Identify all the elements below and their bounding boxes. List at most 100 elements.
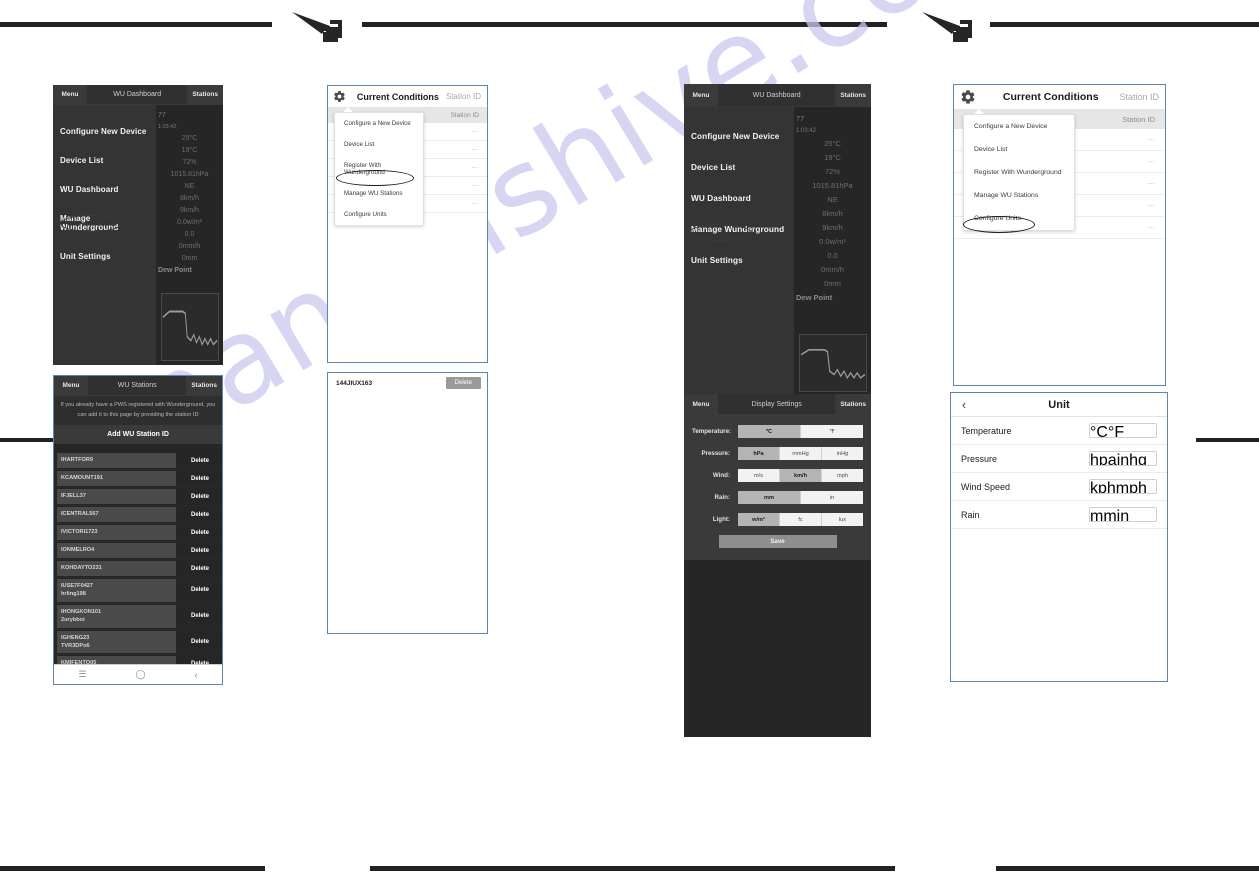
gear-icon[interactable]: [328, 90, 350, 103]
segment-option[interactable]: hPa: [738, 447, 780, 460]
delete-button[interactable]: Delete: [178, 630, 222, 655]
station-id-field[interactable]: KMIFENTO05: [57, 656, 176, 664]
menu-item-configure-new-device[interactable]: Configure a New Device: [335, 113, 423, 134]
delete-button[interactable]: Delete: [178, 470, 222, 487]
wind-speed-toggle[interactable]: kph mph: [1089, 479, 1157, 494]
segment-option[interactable]: fc: [780, 513, 822, 526]
sidebar-item-manage-wunderground[interactable]: Manage Wunderground: [684, 214, 794, 245]
station-id-field[interactable]: KCAMOUNT191: [57, 471, 176, 486]
sidebar-item-configure-new-device[interactable]: Configure New Device: [53, 117, 156, 146]
segment-option[interactable]: ℃: [738, 425, 801, 438]
menu-item-manage-wu-stations[interactable]: Manage WU Stations: [964, 184, 1074, 207]
recents-icon[interactable]: ☰: [78, 669, 86, 680]
segment-option[interactable]: km/h: [780, 469, 822, 482]
segment-option[interactable]: m/s: [738, 469, 780, 482]
sidebar-item-unit-settings[interactable]: Unit Settings: [53, 242, 156, 271]
segment-option[interactable]: ℉: [801, 425, 863, 438]
menu-button[interactable]: Menu: [53, 85, 87, 104]
chevron-left-icon[interactable]: ‹: [951, 397, 977, 412]
table-row[interactable]: IVICTORI1723 Delete: [54, 524, 222, 542]
segment-option[interactable]: lux: [822, 513, 863, 526]
temperature-segmented-control[interactable]: ℃ ℉: [738, 425, 863, 438]
stations-button[interactable]: Stations: [187, 85, 223, 104]
table-row[interactable]: KOHDAYTO231 Delete: [54, 560, 222, 578]
menu-button[interactable]: Menu: [684, 84, 718, 106]
stations-button[interactable]: Stations: [835, 394, 871, 414]
delete-button[interactable]: Delete: [178, 452, 222, 469]
sidebar-item-device-list[interactable]: Device List: [684, 152, 794, 183]
segment-option[interactable]: in: [801, 491, 863, 504]
table-row[interactable]: IFJELL37 Delete: [54, 488, 222, 506]
light-segmented-control[interactable]: w/m² fc lux: [738, 513, 863, 526]
station-id-field[interactable]: IUSE7F0427 hrling198: [57, 579, 176, 602]
table-row[interactable]: KMIFENTO05 Delete: [54, 655, 222, 664]
toggle-option[interactable]: mm: [1090, 508, 1117, 521]
menu-item-configure-units[interactable]: Configure Units: [964, 207, 1074, 230]
sidebar-item-wu-dashboard[interactable]: WU Dashboard: [53, 175, 156, 204]
delete-button[interactable]: Delete: [178, 560, 222, 577]
toggle-option[interactable]: in: [1117, 508, 1129, 521]
station-id-field[interactable]: IONMELRO4: [57, 543, 176, 558]
table-row[interactable]: KCAMOUNT191 Delete: [54, 470, 222, 488]
menu-button[interactable]: Menu: [54, 376, 88, 395]
station-id-field[interactable]: IFJELL37: [57, 489, 176, 504]
delete-button[interactable]: Delete: [445, 377, 481, 389]
toggle-option[interactable]: inhg: [1117, 452, 1147, 465]
pressure-segmented-control[interactable]: hPa mmHg inHg: [738, 447, 863, 460]
menu-item-configure-new-device[interactable]: Configure a New Device: [964, 115, 1074, 138]
back-icon[interactable]: ‹: [195, 670, 198, 680]
segment-option[interactable]: w/m²: [738, 513, 780, 526]
wind-segmented-control[interactable]: m/s km/h mph: [738, 469, 863, 482]
delete-button[interactable]: Delete: [178, 655, 222, 664]
delete-button[interactable]: Delete: [178, 524, 222, 541]
table-row[interactable]: IHARTFOR9 Delete: [54, 452, 222, 470]
delete-button[interactable]: Delete: [178, 604, 222, 629]
add-wu-station-id-button[interactable]: Add WU Station ID: [54, 425, 222, 444]
sidebar-item-configure-new-device[interactable]: Configure New Device: [684, 121, 794, 152]
menu-item-device-list[interactable]: Device List: [964, 138, 1074, 161]
temperature-toggle[interactable]: °C °F: [1089, 423, 1157, 438]
delete-button[interactable]: Delete: [178, 488, 222, 505]
toggle-option[interactable]: °C: [1090, 424, 1108, 437]
stations-button[interactable]: Stations: [186, 376, 222, 395]
station-id-field[interactable]: KOHDAYTO231: [57, 561, 176, 576]
delete-button[interactable]: Delete: [178, 578, 222, 603]
rain-segmented-control[interactable]: mm in: [738, 491, 863, 504]
rain-toggle[interactable]: mm in: [1089, 507, 1157, 522]
station-id-field[interactable]: IGHENG23 TVR3DPo6: [57, 630, 176, 654]
menu-item-register-with-wunderground[interactable]: Register With Wunderground: [964, 161, 1074, 184]
delete-button[interactable]: Delete: [178, 542, 222, 559]
sidebar-item-unit-settings[interactable]: Unit Settings: [684, 245, 794, 276]
station-id-field[interactable]: IVICTORI1723: [57, 525, 176, 540]
menu-item-manage-wu-stations[interactable]: Manage WU Stations: [335, 183, 423, 204]
toggle-option[interactable]: kph: [1090, 480, 1116, 493]
pressure-toggle[interactable]: hpa inhg: [1089, 451, 1157, 466]
save-button[interactable]: Save: [718, 535, 837, 548]
segment-option[interactable]: inHg: [822, 447, 863, 460]
table-row[interactable]: IGHENG23 TVR3DPo6 Delete: [54, 630, 222, 656]
menu-item-register-with-wunderground[interactable]: Register With Wunderground: [335, 155, 423, 183]
table-row[interactable]: IUSE7F0427 hrling198 Delete: [54, 578, 222, 604]
station-id-field[interactable]: IHARTFOR9: [57, 453, 176, 468]
toggle-option[interactable]: °F: [1108, 424, 1124, 437]
station-id-field[interactable]: ICENTRAL567: [57, 507, 176, 522]
table-row[interactable]: IHONGKON101 2urybboi Delete: [54, 604, 222, 630]
sidebar-item-device-list[interactable]: Device List: [53, 146, 156, 175]
sidebar-item-wu-dashboard[interactable]: WU Dashboard: [684, 183, 794, 214]
segment-option[interactable]: mm: [738, 491, 801, 504]
sidebar-item-manage-wunderground[interactable]: Manage Wunderground: [53, 204, 156, 242]
menu-item-device-list[interactable]: Device List: [335, 134, 423, 155]
segment-option[interactable]: mmHg: [780, 447, 822, 460]
toggle-option[interactable]: mph: [1116, 480, 1147, 493]
station-id-field[interactable]: IHONGKON101 2urybboi: [57, 604, 176, 628]
menu-item-configure-units[interactable]: Configure Units: [335, 204, 423, 225]
menu-button[interactable]: Menu: [684, 394, 718, 414]
gear-icon[interactable]: [954, 89, 982, 105]
delete-button[interactable]: Delete: [178, 506, 222, 523]
toggle-option[interactable]: hpa: [1090, 452, 1117, 465]
table-row[interactable]: IONMELRO4 Delete: [54, 542, 222, 560]
segment-option[interactable]: mph: [822, 469, 863, 482]
stations-button[interactable]: Stations: [835, 84, 871, 106]
home-icon[interactable]: ◯: [135, 669, 145, 680]
table-row[interactable]: ICENTRAL567 Delete: [54, 506, 222, 524]
